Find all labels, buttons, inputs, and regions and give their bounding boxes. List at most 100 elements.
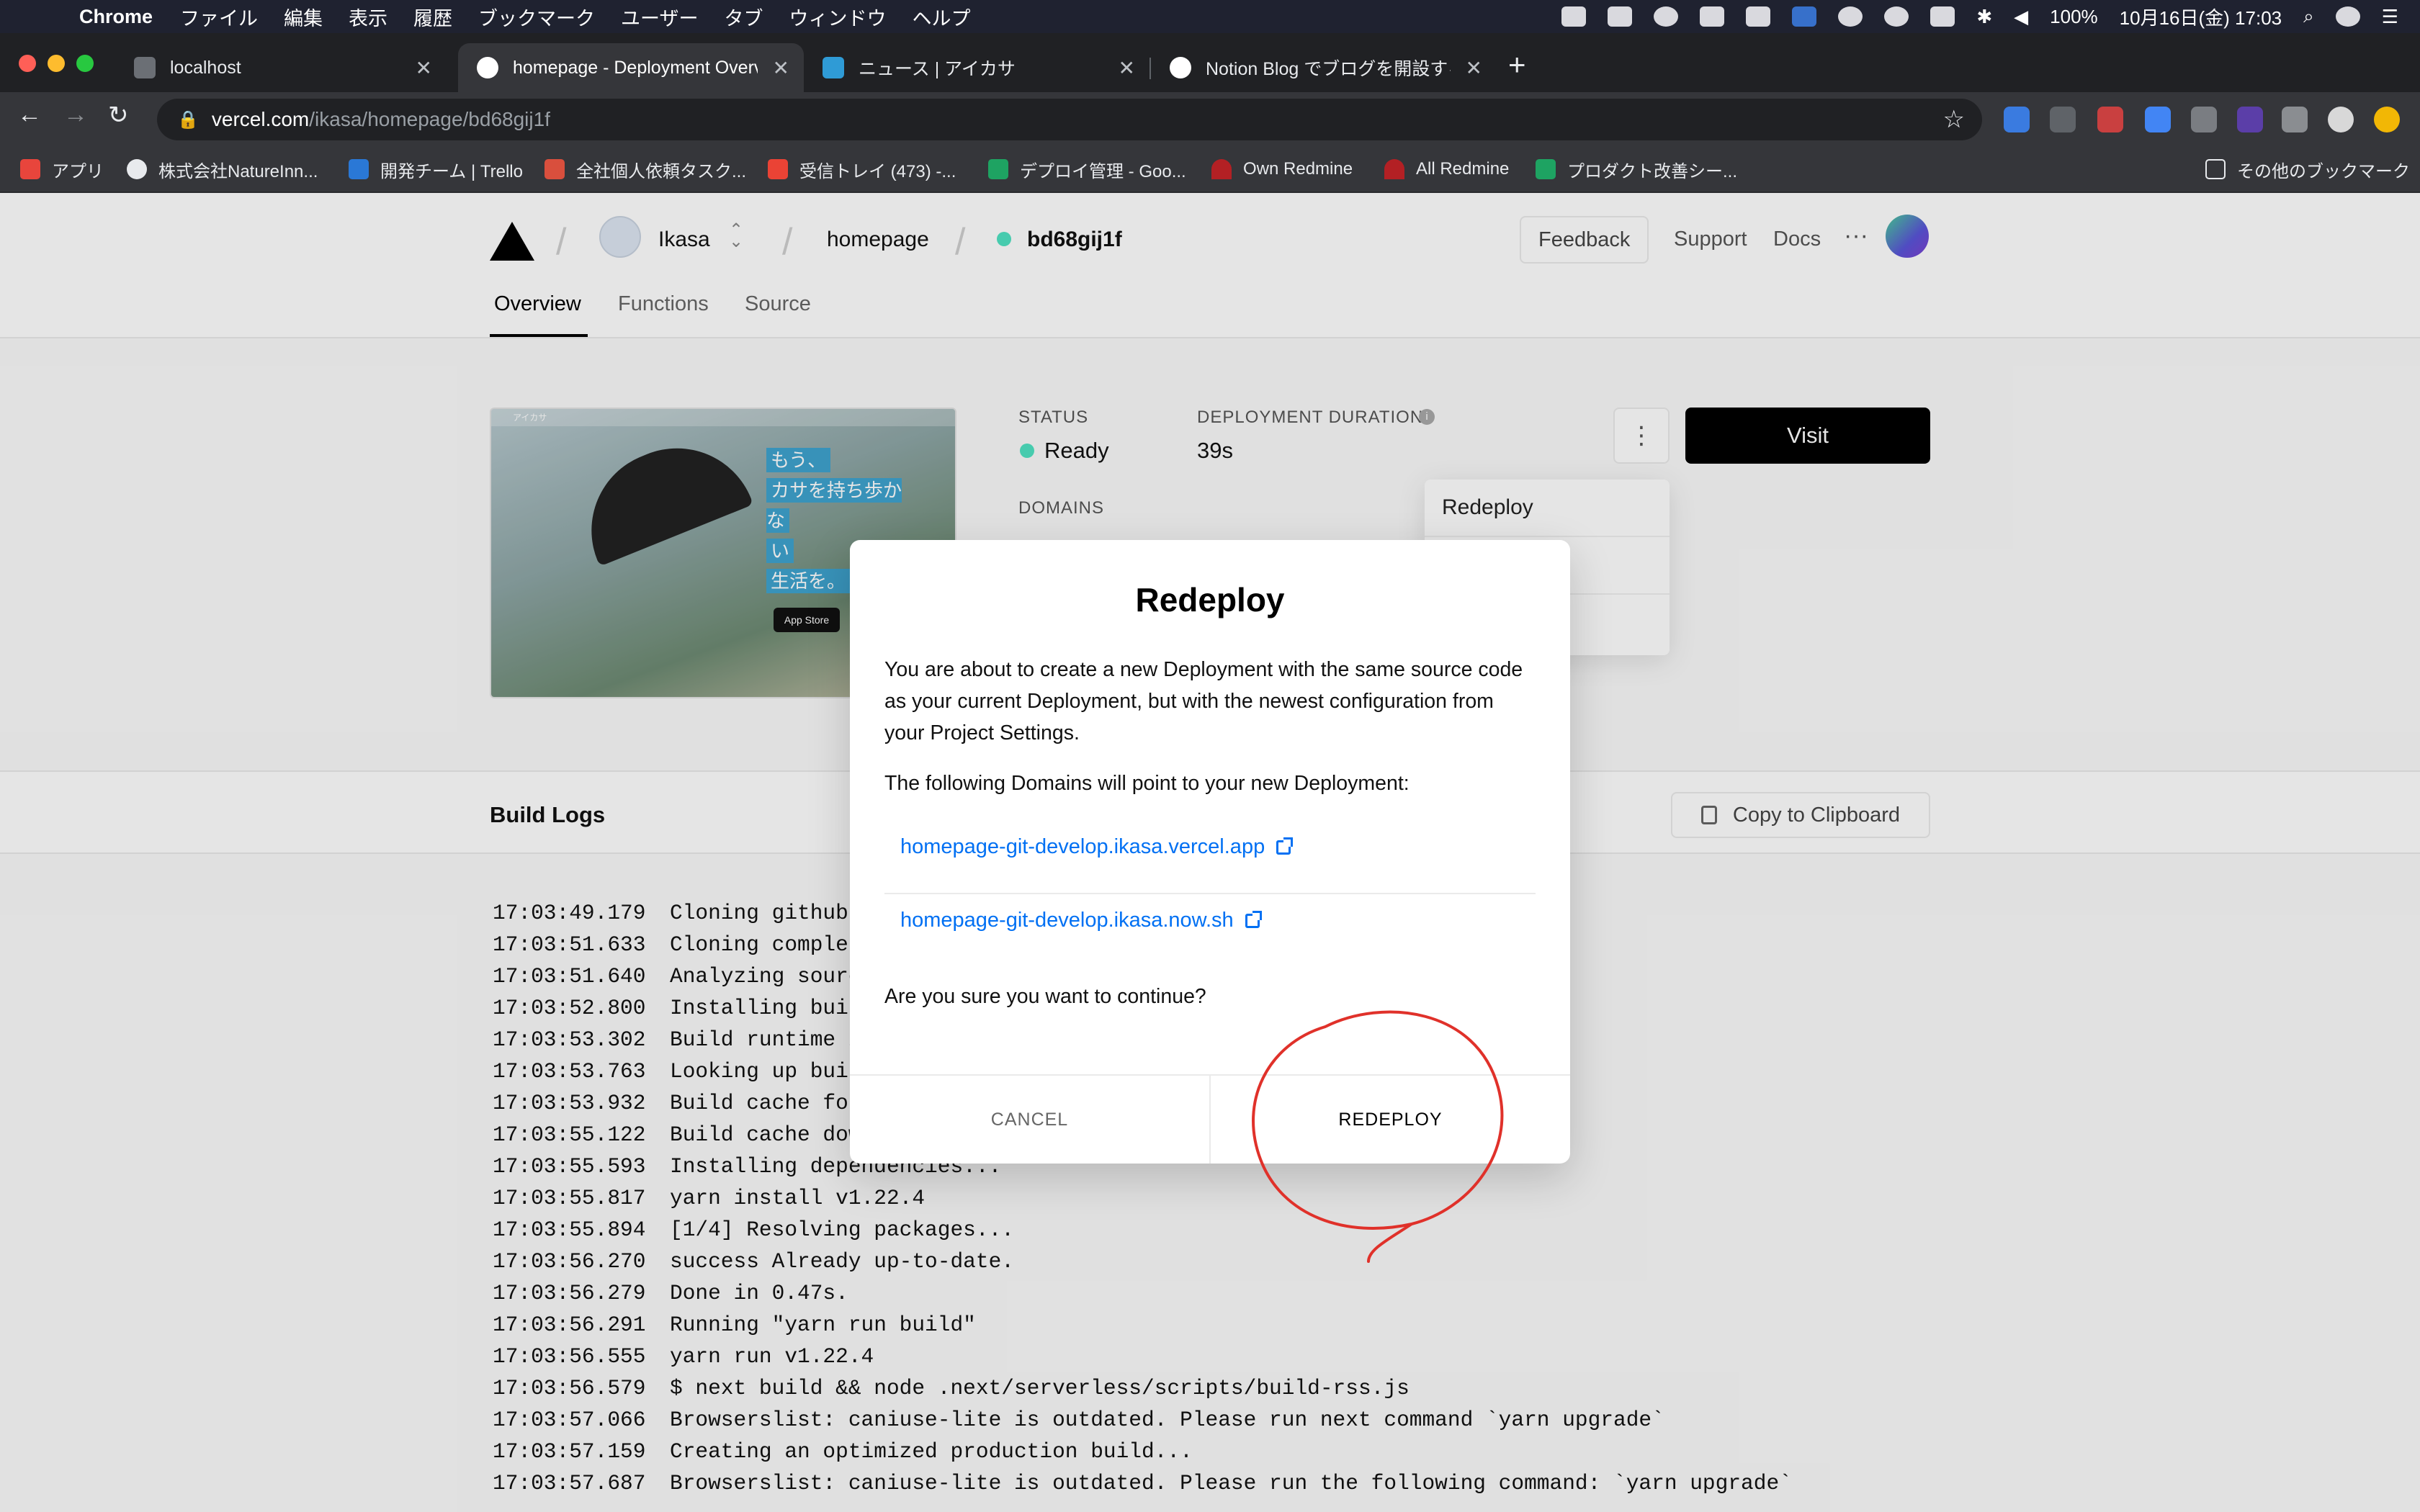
bookmark-label: その他のブックマーク bbox=[2237, 161, 2410, 181]
siri-icon[interactable] bbox=[2335, 6, 2360, 27]
folder-icon bbox=[2205, 159, 2226, 179]
umbrella-favicon-icon bbox=[134, 57, 156, 78]
tab-label: homepage - Deployment Overview bbox=[513, 57, 758, 78]
bookmark-label: 全社個人依頼タスク... bbox=[576, 161, 747, 181]
gmail-icon bbox=[768, 159, 788, 179]
extension-translate-icon[interactable] bbox=[2145, 107, 2171, 132]
macos-menu-bar: Chrome ファイル 編集 表示 履歴 ブックマーク ユーザー タブ ウィンド… bbox=[0, 0, 2420, 33]
menu-view[interactable]: 表示 bbox=[349, 3, 387, 31]
clipboard-icon[interactable] bbox=[1700, 6, 1725, 27]
dropbox-icon[interactable] bbox=[1608, 6, 1633, 27]
browser-tab-strip: localhost ✕ homepage - Deployment Overvi… bbox=[0, 33, 2420, 92]
extension-badge-icon[interactable] bbox=[2237, 107, 2263, 132]
ikasa-favicon-icon bbox=[823, 57, 844, 78]
bookmark-product-sheet[interactable]: プロダクト改善シー... bbox=[1536, 147, 1737, 192]
extension-grammarly-icon[interactable] bbox=[2050, 107, 2076, 132]
url-path: /ikasa/homepage/bd68gij1f bbox=[309, 108, 550, 130]
vpn-icon[interactable] bbox=[1884, 6, 1909, 27]
new-tab-button[interactable]: + bbox=[1508, 48, 1526, 82]
profile-icon[interactable] bbox=[2328, 107, 2354, 132]
tab-notion-blog[interactable]: Notion Blog でブログを開設する ✕ bbox=[1151, 43, 1497, 92]
domain-label: homepage-git-develop.ikasa.vercel.app bbox=[900, 835, 1265, 858]
tasks-icon bbox=[544, 159, 565, 179]
bookmarks-bar: アプリ 株式会社NatureInn... 開発チーム | Trello 全社個人… bbox=[0, 147, 2420, 193]
bookmark-label: All Redmine bbox=[1416, 159, 1510, 179]
bookmark-own-redmine[interactable]: Own Redmine bbox=[1211, 147, 1353, 192]
spotlight-search-icon[interactable]: ⌕ bbox=[2303, 5, 2314, 28]
url-host: vercel.com bbox=[211, 108, 310, 130]
time-machine-icon[interactable] bbox=[1838, 6, 1863, 27]
menu-edit[interactable]: 編集 bbox=[284, 3, 323, 31]
reload-icon[interactable]: ↻ bbox=[108, 101, 129, 130]
bookmark-all-redmine[interactable]: All Redmine bbox=[1384, 147, 1509, 192]
dialog-title: Redeploy bbox=[1135, 581, 1285, 618]
extension-pocket-icon[interactable] bbox=[2191, 107, 2217, 132]
annotation-circle-mark bbox=[1252, 1010, 1504, 1263]
apps-grid-icon bbox=[20, 159, 40, 179]
bookmark-deploy-sheet[interactable]: デプロイ管理 - Goo... bbox=[988, 147, 1186, 192]
window-close-button[interactable] bbox=[19, 55, 36, 72]
dialog-description: You are about to create a new Deployment… bbox=[884, 658, 1523, 744]
bookmark-label: アプリ bbox=[52, 161, 104, 181]
forward-arrow-icon[interactable]: → bbox=[63, 101, 88, 129]
grid-icon[interactable] bbox=[1746, 6, 1771, 27]
tab-label: Notion Blog でブログを開設する bbox=[1206, 59, 1451, 79]
tab-label: localhost bbox=[170, 57, 241, 78]
bluetooth-icon[interactable]: ✱ bbox=[1976, 6, 1992, 28]
tab-close-icon[interactable]: ✕ bbox=[1466, 56, 1482, 80]
tab-close-icon[interactable]: ✕ bbox=[1119, 56, 1135, 80]
extension-redmine-icon[interactable] bbox=[2097, 107, 2123, 132]
trello-icon bbox=[349, 159, 369, 179]
update-icon[interactable] bbox=[2374, 107, 2400, 132]
menu-tab[interactable]: タブ bbox=[724, 3, 763, 31]
menu-help[interactable]: ヘルプ bbox=[912, 3, 970, 31]
extensions-puzzle-icon[interactable] bbox=[2282, 107, 2308, 132]
domain-label: homepage-git-develop.ikasa.now.sh bbox=[900, 909, 1234, 932]
bookmark-apps[interactable]: アプリ bbox=[20, 147, 104, 192]
volume-icon[interactable]: ◀ bbox=[2014, 6, 2028, 28]
bookmark-label: 開発チーム | Trello bbox=[380, 161, 523, 181]
domain-link-vercel-app[interactable]: homepage-git-develop.ikasa.vercel.app bbox=[900, 835, 1294, 859]
domain-divider bbox=[884, 893, 1536, 894]
bookmark-label: Own Redmine bbox=[1243, 159, 1353, 179]
window-zoom-button[interactable] bbox=[76, 55, 94, 72]
bookmark-star-icon[interactable]: ☆ bbox=[1943, 105, 1965, 134]
menu-bookmarks[interactable]: ブックマーク bbox=[478, 3, 595, 31]
domain-link-now-sh[interactable]: homepage-git-develop.ikasa.now.sh bbox=[900, 909, 1262, 932]
bookmark-tasks[interactable]: 全社個人依頼タスク... bbox=[544, 147, 746, 192]
tab-deployment-overview[interactable]: homepage - Deployment Overview ✕ bbox=[458, 43, 804, 92]
cloud-upload-icon[interactable] bbox=[1654, 6, 1679, 27]
menu-users[interactable]: ユーザー bbox=[621, 3, 698, 31]
redmine-icon bbox=[1384, 159, 1404, 179]
back-arrow-icon[interactable]: ← bbox=[17, 101, 42, 129]
menu-app-name[interactable]: Chrome bbox=[79, 6, 153, 28]
external-link-icon bbox=[1276, 837, 1294, 855]
battery-label[interactable]: 100% bbox=[2050, 6, 2098, 28]
address-bar[interactable]: 🔒 vercel.com /ikasa/homepage/bd68gij1f ☆ bbox=[157, 99, 1982, 140]
tab-close-icon[interactable]: ✕ bbox=[416, 56, 432, 80]
menu-window[interactable]: ウィンドウ bbox=[789, 3, 886, 31]
window-minimize-button[interactable] bbox=[48, 55, 65, 72]
bookmark-natureinnovation[interactable]: 株式会社NatureInn... bbox=[127, 147, 318, 192]
menu-history[interactable]: 履歴 bbox=[413, 3, 452, 31]
vercel-favicon-icon bbox=[477, 57, 498, 78]
menu-file[interactable]: ファイル bbox=[180, 3, 258, 31]
external-link-icon bbox=[1245, 910, 1262, 928]
lock-icon[interactable]: 🔒 bbox=[177, 109, 199, 130]
tab-ikasa-news[interactable]: ニュース | アイカサ ✕ bbox=[804, 43, 1150, 92]
tab-label: ニュース | アイカサ bbox=[859, 59, 1016, 79]
extension-gem-icon[interactable] bbox=[2004, 107, 2030, 132]
tab-close-icon[interactable]: ✕ bbox=[773, 56, 789, 80]
bookmark-other[interactable]: その他のブックマーク bbox=[2205, 147, 2410, 192]
datetime-label[interactable]: 10月16日(金) 17:03 bbox=[2120, 4, 2282, 30]
input-source-icon[interactable] bbox=[1930, 6, 1955, 27]
docker-icon[interactable] bbox=[1561, 6, 1587, 27]
tab-localhost[interactable]: localhost ✕ bbox=[115, 43, 447, 92]
control-center-icon[interactable]: ☰ bbox=[2382, 6, 2398, 28]
sheets-icon bbox=[1536, 159, 1556, 179]
bookmark-gmail[interactable]: 受信トレイ (473) -... bbox=[768, 147, 956, 192]
display-icon[interactable] bbox=[1792, 6, 1817, 27]
dialog-domains-intro: The following Domains will point to your… bbox=[884, 772, 1410, 795]
cancel-button[interactable]: CANCEL bbox=[850, 1076, 1211, 1164]
bookmark-trello[interactable]: 開発チーム | Trello bbox=[349, 147, 523, 192]
